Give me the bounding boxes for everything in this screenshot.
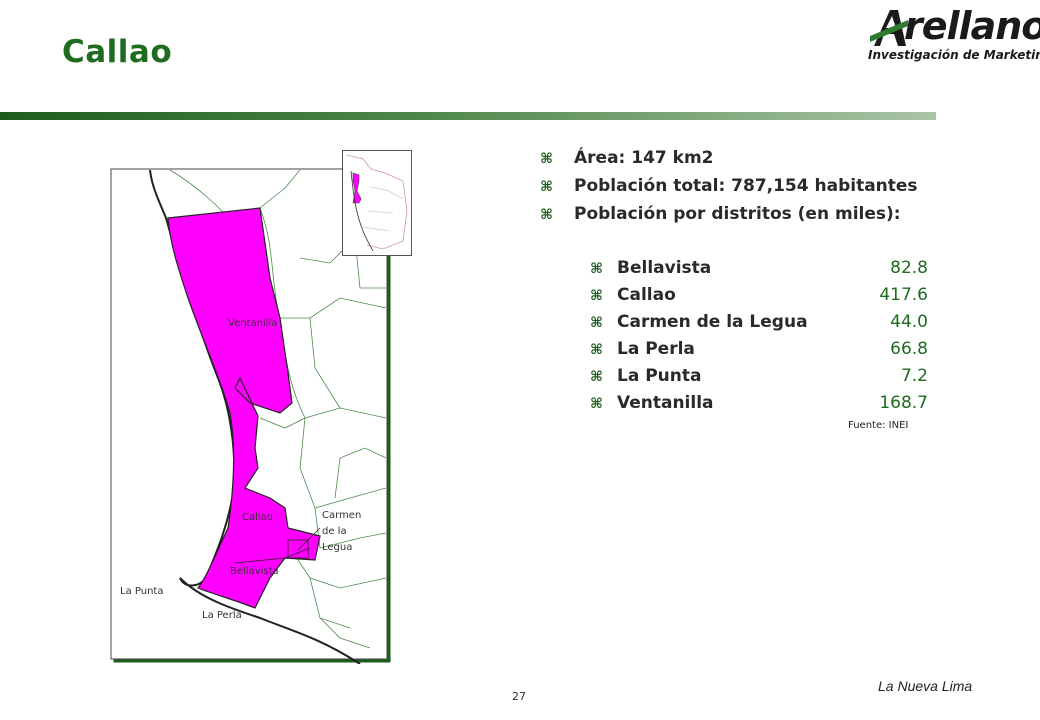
label-bellavista: Bellavista bbox=[230, 566, 279, 577]
label-carmen-3: Legua bbox=[322, 542, 352, 553]
bullet-icon: ⌘ bbox=[590, 315, 603, 331]
footer-label: La Nueva Lima bbox=[878, 678, 973, 694]
label-carmen-2: de la bbox=[322, 526, 347, 537]
label-callao: Callao bbox=[242, 512, 273, 523]
bullet-icon: ⌘ bbox=[590, 288, 603, 304]
bullet-icon: ⌘ bbox=[590, 369, 603, 385]
source-note: Fuente: INEI bbox=[848, 420, 909, 431]
label-ventanilla: Ventanilla bbox=[228, 318, 277, 329]
page-title: Callao bbox=[62, 34, 173, 70]
label-la-punta: La Punta bbox=[120, 586, 163, 597]
header-divider bbox=[0, 112, 936, 120]
label-la-perla: La Perla bbox=[202, 610, 242, 621]
district-row: ⌘ Carmen de la Legua 44.0 bbox=[590, 312, 928, 332]
logo-tagline: Investigación de Marketing bbox=[868, 48, 1040, 62]
bullet-icon: ⌘ bbox=[540, 151, 553, 167]
locator-inset-map bbox=[342, 150, 412, 256]
bullet-icon: ⌘ bbox=[540, 179, 553, 195]
district-row: ⌘ Ventanilla 168.7 bbox=[590, 393, 928, 413]
district-row: ⌘ La Punta 7.2 bbox=[590, 366, 928, 386]
label-carmen-1: Carmen bbox=[322, 510, 361, 521]
bullet-icon: ⌘ bbox=[590, 261, 603, 277]
bullet-icon: ⌘ bbox=[590, 396, 603, 412]
bullet-icon: ⌘ bbox=[540, 207, 553, 223]
bullet-icon: ⌘ bbox=[590, 342, 603, 358]
page-number: 27 bbox=[512, 690, 526, 703]
arellano-logo: rellano Investigación de Marketing bbox=[866, 4, 1040, 64]
logo-wordmark: rellano bbox=[904, 4, 1040, 48]
district-row: ⌘ La Perla 66.8 bbox=[590, 339, 928, 359]
district-row: ⌘ Bellavista 82.8 bbox=[590, 258, 928, 278]
district-row: ⌘ Callao 417.6 bbox=[590, 285, 928, 305]
